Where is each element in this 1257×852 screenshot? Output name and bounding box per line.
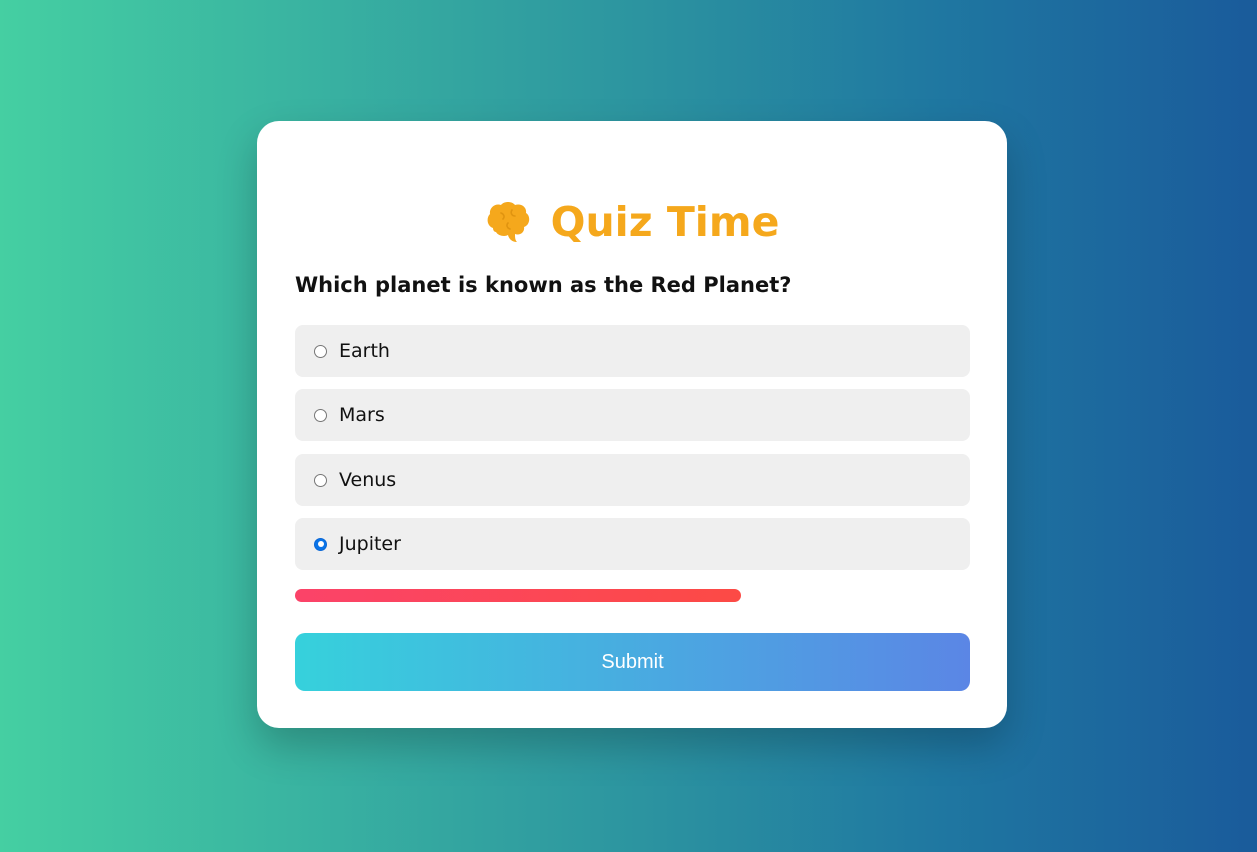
quiz-card: Quiz Time Which planet is known as the R… [257,121,1007,728]
option-label: Jupiter [339,533,401,555]
option-label: Earth [339,340,390,362]
option-earth[interactable]: Earth [295,325,970,377]
brain-icon [485,201,531,243]
radio-earth[interactable] [314,344,327,358]
page-title: Quiz Time [550,198,780,246]
radio-venus[interactable] [314,473,327,487]
question-text: Which planet is known as the Red Planet? [295,273,792,297]
option-jupiter[interactable]: Jupiter [295,518,970,570]
quiz-header: Quiz Time [257,197,1007,247]
option-label: Mars [339,404,385,426]
progress-bar [295,589,970,602]
radio-jupiter[interactable] [314,537,327,551]
answer-options: Earth Mars Venus Jupiter [295,325,970,582]
option-venus[interactable]: Venus [295,454,970,506]
option-label: Venus [339,469,397,491]
option-mars[interactable]: Mars [295,389,970,441]
submit-button[interactable]: Submit [295,633,970,691]
progress-fill [295,589,741,602]
radio-mars[interactable] [314,408,327,422]
